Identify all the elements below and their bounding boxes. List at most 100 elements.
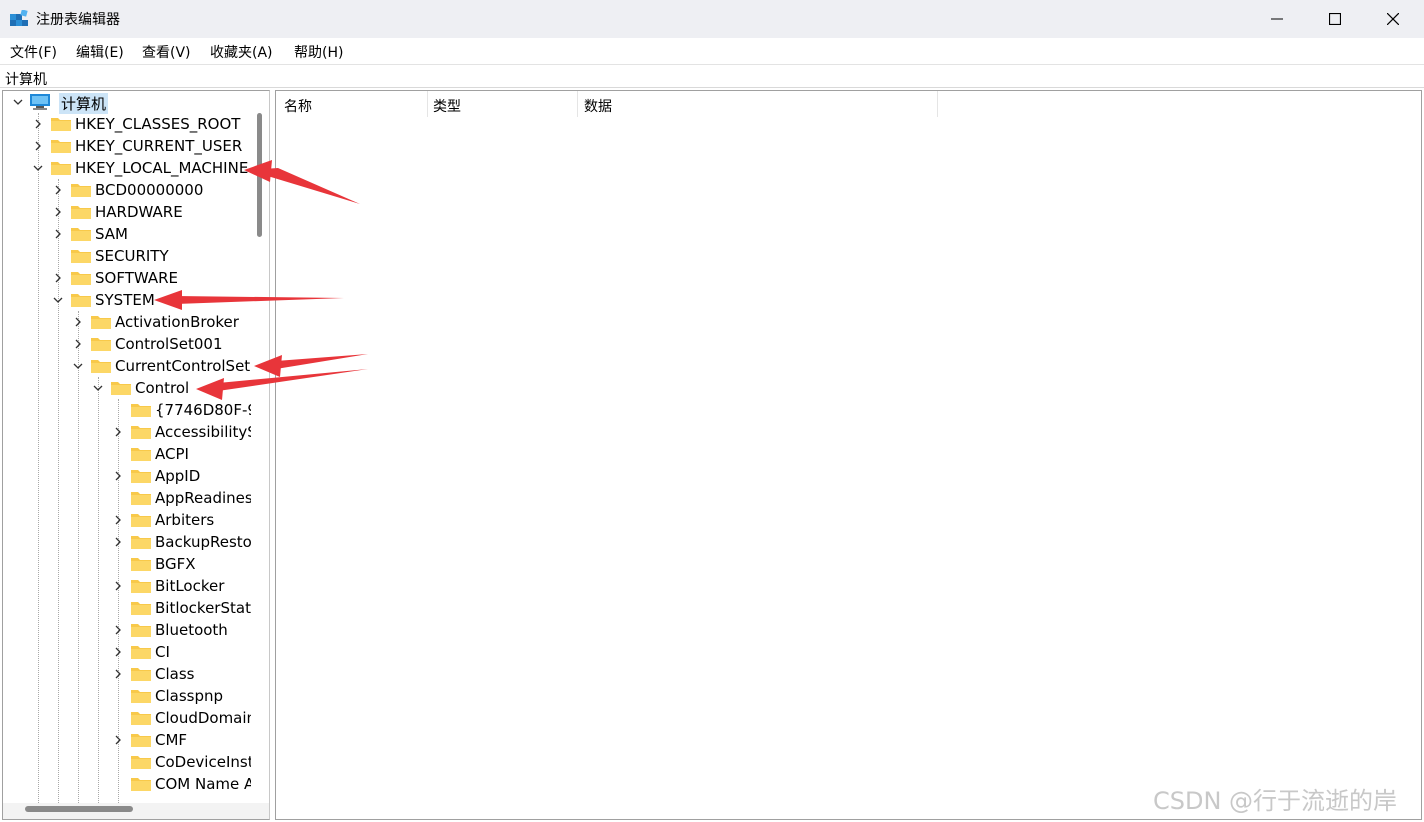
chevron-right-icon[interactable] — [111, 641, 125, 663]
watermark: CSDN @行于流逝的岸 — [1153, 787, 1398, 815]
column-header-data[interactable]: 数据 — [584, 91, 612, 117]
tree-node-activationbroker[interactable]: ActivationBroker — [71, 311, 251, 333]
folder-icon — [131, 624, 151, 637]
tree-label: HKEY_CLASSES_ROOT — [75, 115, 241, 133]
chevron-right-icon[interactable] — [111, 575, 125, 597]
column-header-name[interactable]: 名称 — [284, 91, 312, 117]
title-bar: 注册表编辑器 — [0, 0, 1424, 38]
tree-node-sam[interactable]: SAM — [51, 223, 251, 245]
folder-icon — [131, 712, 151, 725]
tree-node-controlset001[interactable]: ControlSet001 — [71, 333, 251, 355]
tree-node-control-child[interactable]: BackupRestor — [111, 531, 251, 553]
chevron-down-icon[interactable] — [51, 289, 65, 311]
tree-node-hkcr[interactable]: HKEY_CLASSES_ROOT — [31, 113, 251, 135]
folder-icon — [131, 492, 151, 505]
folder-open-icon — [71, 294, 91, 307]
tree-node-hklm[interactable]: HKEY_LOCAL_MACHINE — [31, 157, 251, 179]
chevron-right-icon[interactable] — [111, 531, 125, 553]
chevron-right-icon[interactable] — [51, 267, 65, 289]
window-title: 注册表编辑器 — [36, 12, 120, 28]
chevron-right-icon[interactable] — [31, 113, 45, 135]
chevron-down-icon[interactable] — [11, 91, 25, 113]
folder-icon — [131, 514, 151, 527]
chevron-right-icon[interactable] — [111, 729, 125, 751]
tree-node-control-child[interactable]: Class — [111, 663, 251, 685]
chevron-right-icon[interactable] — [51, 179, 65, 201]
maximize-button[interactable] — [1306, 0, 1364, 38]
values-list-pane[interactable]: 名称 类型 数据 — [275, 90, 1422, 820]
tree-node-control-child[interactable]: COM Name A — [111, 773, 251, 795]
tree-node-system[interactable]: SYSTEM — [51, 289, 251, 311]
tree-label: Arbiters — [155, 511, 215, 529]
tree-node-control-child[interactable]: CloudDomain — [111, 707, 251, 729]
address-bar[interactable]: 计算机 — [0, 64, 1424, 88]
tree-node-computer[interactable]: 计算机 — [11, 91, 251, 114]
chevron-down-icon[interactable] — [91, 377, 105, 399]
menu-favorites[interactable]: 收藏夹(A) — [210, 42, 273, 62]
tree-view: 计算机 HKEY_CLASSES_ROOT HKEY_CURRENT_USER … — [3, 91, 251, 803]
chevron-right-icon[interactable] — [111, 509, 125, 531]
menu-help[interactable]: 帮助(H) — [294, 42, 343, 62]
tree-node-control-child[interactable]: Bluetooth — [111, 619, 251, 641]
folder-icon — [131, 580, 151, 593]
tree-node-control-child[interactable]: AppID — [111, 465, 251, 487]
column-separator[interactable] — [577, 91, 578, 117]
tree-label: CI — [155, 643, 170, 661]
chevron-down-icon[interactable] — [31, 157, 45, 179]
menu-file[interactable]: 文件(F) — [10, 42, 57, 62]
column-separator[interactable] — [937, 91, 938, 117]
column-separator[interactable] — [427, 91, 428, 117]
menu-edit[interactable]: 编辑(E) — [76, 42, 124, 62]
tree-node-software[interactable]: SOFTWARE — [51, 267, 251, 289]
tree-node-bcd[interactable]: BCD00000000 — [51, 179, 251, 201]
chevron-right-icon[interactable] — [51, 223, 65, 245]
chevron-right-icon[interactable] — [111, 663, 125, 685]
tree-horizontal-scrollbar[interactable] — [25, 806, 133, 812]
tree-node-control[interactable]: Control — [91, 377, 251, 399]
tree-node-control-child[interactable]: CI — [111, 641, 251, 663]
chevron-right-icon[interactable] — [111, 619, 125, 641]
chevron-right-icon[interactable] — [111, 421, 125, 443]
tree-label: AppReadines — [155, 489, 251, 507]
folder-icon — [131, 734, 151, 747]
column-header-type[interactable]: 类型 — [433, 91, 461, 117]
chevron-right-icon[interactable] — [71, 311, 85, 333]
folder-icon — [131, 778, 151, 791]
folder-icon — [91, 338, 111, 351]
tree-label: SAM — [95, 225, 129, 243]
tree-pane[interactable]: 计算机 HKEY_CLASSES_ROOT HKEY_CURRENT_USER … — [2, 90, 270, 820]
chevron-right-icon[interactable] — [111, 465, 125, 487]
tree-node-control-child[interactable]: BGFX — [111, 553, 251, 575]
folder-icon — [71, 206, 91, 219]
tree-node-security[interactable]: SECURITY — [51, 245, 251, 267]
tree-vertical-scrollbar[interactable] — [257, 113, 262, 237]
folder-icon — [91, 316, 111, 329]
tree-node-control-child[interactable]: Classpnp — [111, 685, 251, 707]
tree-node-currentcontrolset[interactable]: CurrentControlSet — [71, 355, 251, 377]
close-button[interactable] — [1364, 0, 1422, 38]
tree-node-hkcu[interactable]: HKEY_CURRENT_USER — [31, 135, 251, 157]
tree-node-control-child[interactable]: ACPI — [111, 443, 251, 465]
tree-label: ControlSet001 — [115, 335, 223, 353]
menu-view[interactable]: 查看(V) — [142, 42, 191, 62]
chevron-down-icon[interactable] — [71, 355, 85, 377]
tree-label: BitlockerStatu — [155, 599, 251, 617]
tree-label: HKEY_LOCAL_MACHINE — [75, 159, 249, 177]
tree-node-control-child[interactable]: {7746D80F-97 — [111, 399, 251, 421]
tree-label: CurrentControlSet — [115, 357, 251, 375]
tree-node-control-child[interactable]: AccessibilityS — [111, 421, 251, 443]
folder-icon — [71, 272, 91, 285]
tree-node-control-child[interactable]: BitLocker — [111, 575, 251, 597]
tree-node-control-child[interactable]: AppReadines — [111, 487, 251, 509]
minimize-icon — [1271, 18, 1283, 20]
tree-node-control-child[interactable]: Arbiters — [111, 509, 251, 531]
chevron-right-icon[interactable] — [71, 333, 85, 355]
tree-node-hardware[interactable]: HARDWARE — [51, 201, 251, 223]
tree-label: CloudDomain — [155, 709, 251, 727]
chevron-right-icon[interactable] — [51, 201, 65, 223]
chevron-right-icon[interactable] — [31, 135, 45, 157]
tree-node-control-child[interactable]: BitlockerStatu — [111, 597, 251, 619]
minimize-button[interactable] — [1248, 0, 1306, 38]
tree-node-control-child[interactable]: CoDeviceInsta — [111, 751, 251, 773]
tree-node-control-child[interactable]: CMF — [111, 729, 251, 751]
